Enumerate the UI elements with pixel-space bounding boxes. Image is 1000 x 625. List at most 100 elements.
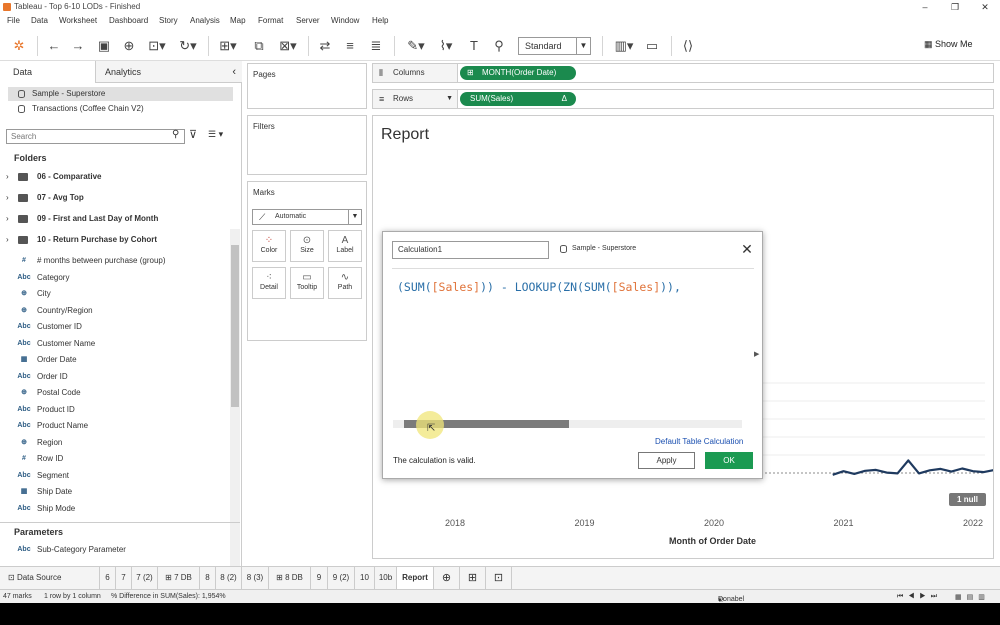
close-window-button[interactable]: ✕ (970, 0, 1000, 14)
editor-horizontal-scrollbar[interactable] (393, 420, 742, 428)
menu-data[interactable]: Data (31, 16, 48, 25)
folder-item[interactable]: › 07 - Avg Top (0, 190, 230, 206)
cards-icon[interactable]: ▥▾ (612, 38, 636, 54)
field-item[interactable]: ▦ Ship Date (0, 484, 230, 500)
swap-icon[interactable]: ⇄ (317, 38, 333, 54)
rows-shelf[interactable]: ≡ Rows ▼ SUM(Sales) Δ (372, 89, 994, 109)
filter-icon[interactable]: ⊽ (189, 128, 197, 141)
show-me-button[interactable]: ▦ Show Me (924, 39, 973, 50)
duplicate-sheet-icon[interactable]: ⧉ (251, 38, 267, 54)
search-icon[interactable]: ⚲ (172, 129, 179, 140)
field-item[interactable]: Abc Ship Mode (0, 501, 230, 517)
chevron-down-icon[interactable]: ▼ (446, 90, 453, 108)
sort-descending-icon[interactable]: ≣ (368, 38, 384, 54)
menu-map[interactable]: Map (230, 16, 246, 25)
field-item[interactable]: Abc Category (0, 270, 230, 286)
color-button[interactable]: ⁘ Color (252, 230, 286, 262)
group-icon[interactable]: ⌇▾ (434, 38, 458, 54)
fix-axes-icon[interactable]: ⚲ (491, 38, 507, 54)
collapse-pane-icon[interactable]: ‹ (232, 61, 236, 83)
search-input[interactable]: Search (6, 129, 185, 144)
series-line-lower[interactable] (832, 459, 993, 476)
field-item[interactable]: Abc Product ID (0, 402, 230, 418)
menu-server[interactable]: Server (296, 16, 320, 25)
scrollbar-thumb[interactable] (231, 245, 239, 407)
label-button[interactable]: A Label (328, 230, 362, 262)
new-story-icon[interactable]: ⊡ (486, 567, 512, 589)
menu-window[interactable]: Window (331, 16, 359, 25)
menu-file[interactable]: File (7, 16, 20, 25)
tableau-logo-icon[interactable]: ✲ (11, 38, 27, 54)
expand-panel-icon[interactable]: ▶ (754, 350, 759, 358)
tab-analytics[interactable]: Analytics ‹ (95, 61, 242, 83)
calc-name-input[interactable]: Calculation1 (392, 241, 549, 259)
field-item[interactable]: ⊕ Postal Code (0, 385, 230, 401)
minimize-button[interactable]: – (910, 0, 940, 14)
sheet-tab[interactable]: 8 (2) (216, 567, 242, 589)
field-item[interactable]: Abc Segment (0, 468, 230, 484)
field-item[interactable]: ⊕ Region (0, 435, 230, 451)
fit-select[interactable]: Standard ▼ (518, 37, 591, 55)
data-pane-scrollbar[interactable] (230, 229, 240, 579)
new-dashboard-icon[interactable]: ⊞ (460, 567, 486, 589)
sheet-tab[interactable]: 10b (375, 567, 397, 589)
undo-icon[interactable]: ← (46, 38, 62, 54)
sheet-tab[interactable]: 9 (311, 567, 328, 589)
new-worksheet-icon[interactable]: ⊞▾ (216, 38, 240, 54)
field-item[interactable]: ⊕ Country/Region (0, 303, 230, 319)
sort-ascending-icon[interactable]: ≡ (342, 38, 358, 54)
menu-dashboard[interactable]: Dashboard (109, 16, 148, 25)
tooltip-button[interactable]: ▭ Tooltip (290, 267, 324, 299)
dashboard-tab[interactable]: ⊞ 8 DB (269, 567, 311, 589)
redo-icon[interactable]: → (70, 38, 86, 54)
calc-expression[interactable]: (SUM([Sales])) - LOOKUP(ZN(SUM([Sales]))… (397, 280, 681, 294)
field-item[interactable]: ⊕ City (0, 286, 230, 302)
view-options-icon[interactable]: ☰ ▾ (208, 129, 223, 140)
folder-item[interactable]: › 09 - First and Last Day of Month (0, 211, 230, 227)
size-button[interactable]: ⊙ Size (290, 230, 324, 262)
sheet-navigation[interactable]: ⏮◀▶⏭ (897, 593, 942, 601)
pause-updates-icon[interactable]: ⊡▾ (146, 38, 168, 54)
menu-analysis[interactable]: Analysis (190, 16, 220, 25)
folder-item[interactable]: › 10 - Return Purchase by Cohort (0, 232, 230, 248)
sheet-tab[interactable]: 8 (200, 567, 216, 589)
menu-format[interactable]: Format (258, 16, 283, 25)
new-datasource-icon[interactable]: ⊕ (121, 38, 137, 54)
field-item[interactable]: # # months between purchase (group) (0, 253, 230, 269)
sheet-tab[interactable]: 7 (2) (132, 567, 158, 589)
datasource-coffee-chain[interactable]: Transactions (Coffee Chain V2) (8, 102, 233, 116)
columns-pill[interactable]: ⊞ MONTH(Order Date) (460, 66, 576, 80)
presentation-icon[interactable]: ▭ (644, 38, 660, 54)
sheet-tab-active[interactable]: Report (397, 567, 434, 589)
sheet-tab[interactable]: 9 (2) (328, 567, 355, 589)
sheet-tab[interactable]: 8 (3) (242, 567, 269, 589)
menu-story[interactable]: Story (159, 16, 178, 25)
label-icon[interactable]: T (466, 38, 482, 54)
null-indicator[interactable]: 1 null (949, 493, 986, 506)
tab-data[interactable]: Data (0, 61, 95, 83)
pages-card[interactable]: Pages (247, 63, 367, 109)
calc-editor[interactable]: (SUM([Sales])) - LOOKUP(ZN(SUM([Sales]))… (392, 268, 754, 416)
datasource-superstore[interactable]: Sample - Superstore (8, 87, 233, 101)
field-item[interactable]: Abc Customer ID (0, 319, 230, 335)
maximize-button[interactable]: ❐ (940, 0, 970, 14)
save-icon[interactable]: ▣ (96, 38, 112, 54)
field-item[interactable]: Abc Order ID (0, 369, 230, 385)
columns-shelf[interactable]: ⦀ Columns ⊞ MONTH(Order Date) (372, 63, 994, 83)
ok-button[interactable]: OK (705, 452, 753, 469)
field-item[interactable]: Abc Customer Name (0, 336, 230, 352)
sheet-tab[interactable]: 10 (355, 567, 375, 589)
new-worksheet-icon[interactable]: ⊕ (434, 567, 460, 589)
tab-data-source[interactable]: ⊡ Data Source (0, 567, 100, 589)
folder-item[interactable]: › 06 - Comparative (0, 169, 230, 185)
apply-button[interactable]: Apply (638, 452, 695, 469)
path-button[interactable]: ∿ Path (328, 267, 362, 299)
dashboard-tab[interactable]: ⊞ 7 DB (158, 567, 200, 589)
filters-card[interactable]: Filters (247, 115, 367, 175)
mark-type-select[interactable]: ⟋ Automatic ▼ (252, 209, 362, 225)
sheet-view-toggles[interactable]: ▦▤▥ (955, 593, 990, 601)
share-icon[interactable]: ⟨⟩ (680, 38, 696, 54)
menu-worksheet[interactable]: Worksheet (59, 16, 97, 25)
field-item[interactable]: Abc Product Name (0, 418, 230, 434)
detail-button[interactable]: ⁖ Detail (252, 267, 286, 299)
